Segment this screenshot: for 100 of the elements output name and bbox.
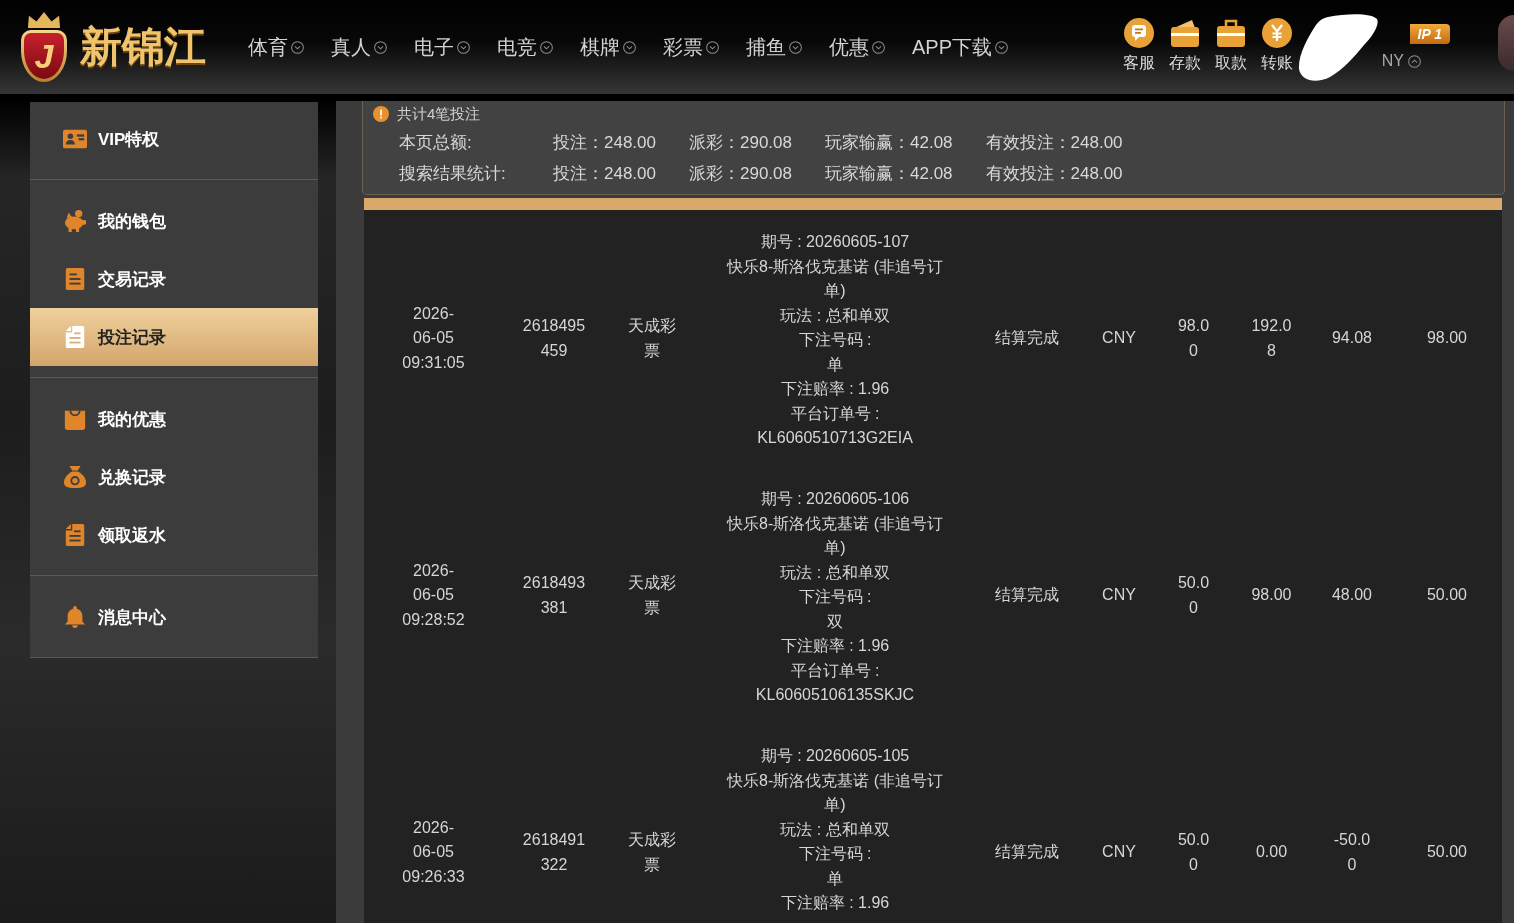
nav-link[interactable]: 捕鱼 (746, 33, 802, 61)
bet-detail-text: 快乐8-斯洛伐克基诺 (非追号订单) (725, 513, 944, 558)
service-button[interactable]: 客服 (1116, 18, 1162, 72)
bet-detail-text: 下注赔率 : 1.96 (780, 379, 890, 399)
caret-icon (540, 40, 553, 54)
sidebar-item[interactable]: 领取返水 (30, 506, 318, 564)
caret-icon (457, 40, 470, 54)
sidebar-item[interactable]: 投注记录 (30, 308, 318, 366)
logo-text: 新锦江 (80, 22, 206, 72)
bet-detail-text: 期号 : 20260605-105 (760, 746, 910, 766)
caret-icon (374, 40, 387, 54)
table-cell-text: 2618495459 (521, 316, 587, 361)
table-cell-text: 2026-06-05 09:31:05 (402, 303, 465, 373)
bet-detail-text: 快乐8-斯洛伐克基诺 (非追号订单) (725, 770, 944, 815)
table-cell-text: 2026-06-05 09:26:33 (402, 817, 465, 887)
bet-detail-text: 下注赔率 : 1.96 (780, 636, 890, 656)
withdraw-button[interactable]: 取款 (1208, 18, 1254, 72)
table-cell-text: 48.00 (1331, 585, 1373, 606)
briefcase-icon (1216, 18, 1246, 48)
table-cell-text: 98.00 (1426, 328, 1467, 349)
table-cell-text: 98.00 (1250, 585, 1293, 606)
exclamation-icon (373, 106, 389, 122)
table-cell-text: 结算完成 (995, 328, 1059, 349)
table-cell-text: 50.00 (1426, 842, 1467, 863)
bet-detail-text: 下注号码 : (798, 844, 872, 864)
table-cell-text: 50.00 (1426, 585, 1467, 606)
table-cell-text: -50.00 (1332, 830, 1372, 875)
bet-detail-text: 玩法 : 总和单双 (780, 305, 890, 326)
summary-value: 玩家输赢：42.08 (825, 132, 953, 154)
table-cell-text: 50.00 (1176, 573, 1211, 618)
nav-link[interactable]: 棋牌 (580, 33, 636, 61)
bet-detail-text: 玩法 : 总和单双 (780, 819, 890, 840)
id-card-icon (63, 127, 87, 151)
bet-detail-text: 单 (827, 354, 843, 375)
bet-detail-text: 平台订单号 : (790, 660, 880, 681)
bet-detail-text: 下注号码 : (798, 587, 872, 607)
table-cell-text: 94.08 (1331, 328, 1373, 349)
bet-detail-text: KL6060510713G2EIA (757, 428, 913, 448)
caret-icon (706, 40, 719, 54)
summary-value: 有效投注：248.00 (985, 132, 1123, 154)
summary-title: 共计4笔投注 (397, 104, 481, 124)
transfer-button[interactable]: 转账 (1254, 18, 1300, 72)
nav-link[interactable]: 真人 (331, 33, 387, 61)
nav-link[interactable]: APP下载 (912, 33, 1009, 61)
chat-bubble-icon (1124, 18, 1154, 48)
table-cell-text: 2026-06-05 09:28:52 (402, 560, 465, 630)
bet-detail-text: 期号 : 20260605-106 (760, 489, 910, 509)
sidebar-item[interactable]: VIP特权 (30, 110, 318, 168)
document-icon (63, 325, 87, 349)
summary-value: 派彩：290.08 (689, 163, 792, 185)
nav-link[interactable]: 电竞 (497, 33, 553, 61)
crown-icon (26, 12, 62, 29)
bet-detail-text: KL60605106135SKJC (755, 685, 915, 705)
table-cell-text: 结算完成 (995, 585, 1059, 606)
sidebar-item[interactable]: 消息中心 (30, 588, 318, 646)
bet-detail-text: 下注赔率 : 1.96 (780, 893, 890, 913)
bet-detail-text: 双 (827, 611, 843, 632)
summary-value: 玩家输赢：42.08 (825, 163, 953, 185)
bet-detail-text: 快乐8-斯洛伐克基诺 (非追号订单) (725, 256, 944, 301)
summary-value: 派彩：290.08 (689, 132, 792, 154)
sidebar-item[interactable]: 我的钱包 (30, 192, 318, 250)
summary-value: 投注：248.00 (553, 132, 656, 154)
summary-value: 有效投注：248.00 (985, 163, 1123, 185)
money-bag-icon (63, 465, 87, 489)
deposit-button[interactable]: 存款 (1162, 18, 1208, 72)
bell-icon (63, 605, 87, 629)
piggy-bank-icon (63, 209, 87, 233)
sidebar-item[interactable]: 交易记录 (30, 250, 318, 308)
nav-link[interactable]: 彩票 (663, 33, 719, 61)
summary-label: 搜索结果统计: (399, 163, 507, 185)
nav-link[interactable]: 体育 (248, 33, 304, 61)
bet-detail-text: 玩法 : 总和单双 (780, 562, 890, 583)
table-cell-text: 0.00 (1254, 842, 1289, 863)
table-cell-text: 192.08 (1250, 316, 1293, 361)
table-cell-text: 天成彩票 (626, 573, 677, 618)
sidebar-item[interactable]: 兑换记录 (30, 448, 318, 506)
table-cell-text: 2618491322 (521, 830, 587, 875)
bet-detail-text: 下注号码 : (798, 330, 872, 350)
avatar[interactable] (1498, 15, 1514, 71)
caret-icon (1408, 54, 1421, 68)
nav-link[interactable]: 优惠 (829, 33, 885, 61)
table-cell-text: 结算完成 (995, 842, 1059, 863)
nav-link[interactable]: 电子 (414, 33, 470, 61)
bet-detail-text: 期号 : 20260605-107 (760, 232, 910, 252)
table-cell-text: 天成彩票 (626, 830, 677, 875)
caret-icon (623, 40, 636, 54)
table-cell-text: CNY (1102, 842, 1136, 863)
vip-badge: IP 1 (1409, 24, 1450, 44)
table-cell-text: 98.00 (1176, 316, 1211, 361)
bet-detail-text: 平台订单号 : (790, 403, 880, 424)
summary-value: 投注：248.00 (553, 163, 656, 185)
table-cell-text: 天成彩票 (626, 316, 677, 361)
yen-coin-icon (1262, 18, 1292, 48)
sidebar-item[interactable]: 我的优惠 (30, 390, 318, 448)
caret-icon (872, 40, 885, 54)
document-icon (63, 523, 87, 547)
currency-dropdown[interactable]: NY (1381, 53, 1421, 69)
table-cell-text: CNY (1102, 585, 1136, 606)
bet-detail-text: 单 (827, 868, 843, 889)
wallet-icon (1170, 18, 1200, 48)
